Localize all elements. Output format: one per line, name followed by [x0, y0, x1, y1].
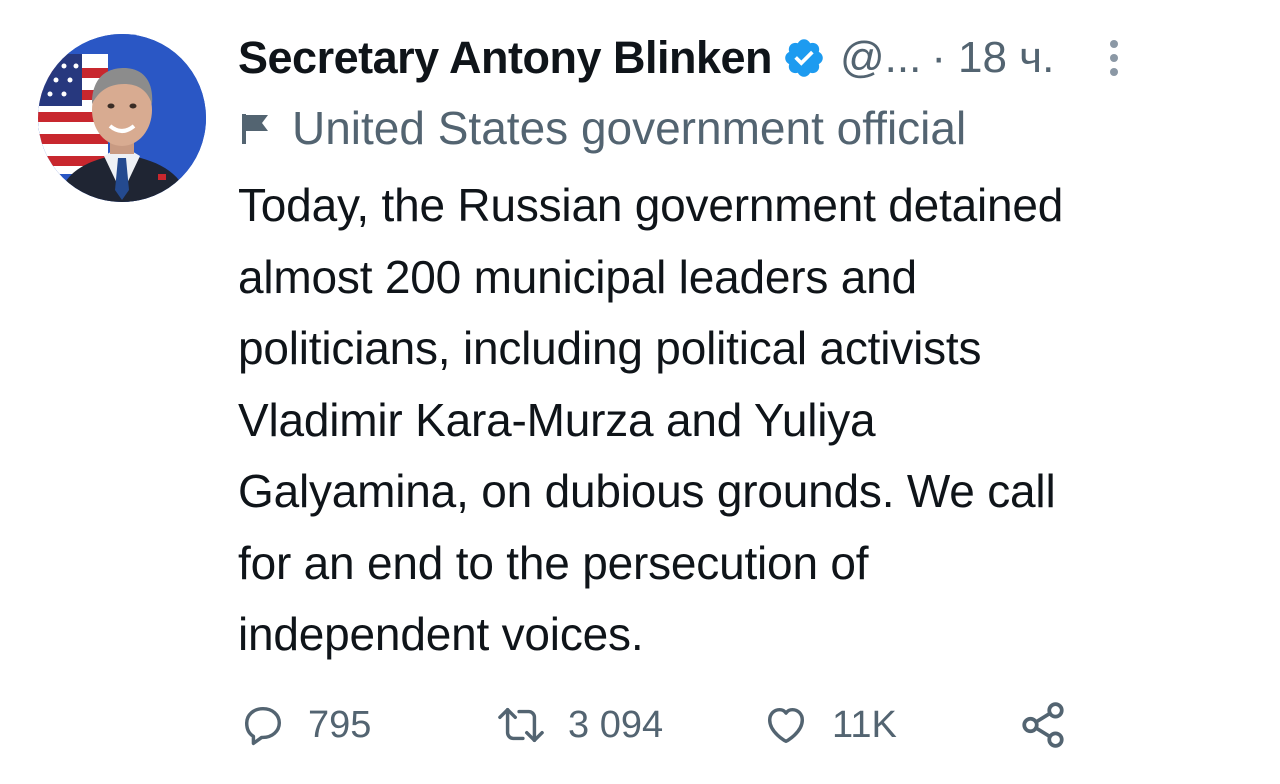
tweet-text: Today, the Russian government detained a…: [238, 179, 1064, 660]
share-icon: [1022, 702, 1064, 748]
avatar[interactable]: [38, 34, 206, 202]
reply-count: 795: [308, 703, 372, 746]
flag-icon: [242, 114, 268, 144]
tweet-actions: 795 3 094 11K: [0, 690, 1280, 760]
share-button[interactable]: [1018, 690, 1068, 760]
separator-dot: ·: [931, 33, 946, 82]
heart-icon: [767, 707, 805, 744]
more-options-icon[interactable]: [1104, 36, 1124, 80]
retweet-button[interactable]: 3 094: [496, 690, 663, 760]
account-label-text: United States government official: [292, 102, 967, 154]
tweet-header: Secretary Antony Blinken @... · 18 ч.: [238, 26, 1248, 90]
verified-badge-icon: [785, 39, 823, 77]
retweet-count: 3 094: [568, 703, 664, 746]
reply-button[interactable]: 795: [240, 690, 371, 760]
like-count: 11K: [832, 703, 897, 746]
user-handle[interactable]: @...: [840, 33, 921, 83]
tweet[interactable]: Secretary Antony Blinken @... · 18 ч. Un…: [0, 0, 1280, 784]
reply-icon: [244, 706, 282, 746]
timestamp[interactable]: 18 ч.: [958, 33, 1054, 83]
retweet-icon: [498, 707, 544, 743]
like-button[interactable]: 11K: [762, 690, 897, 760]
account-label[interactable]: United States government official: [240, 98, 966, 158]
display-name[interactable]: Secretary Antony Blinken: [238, 32, 773, 84]
